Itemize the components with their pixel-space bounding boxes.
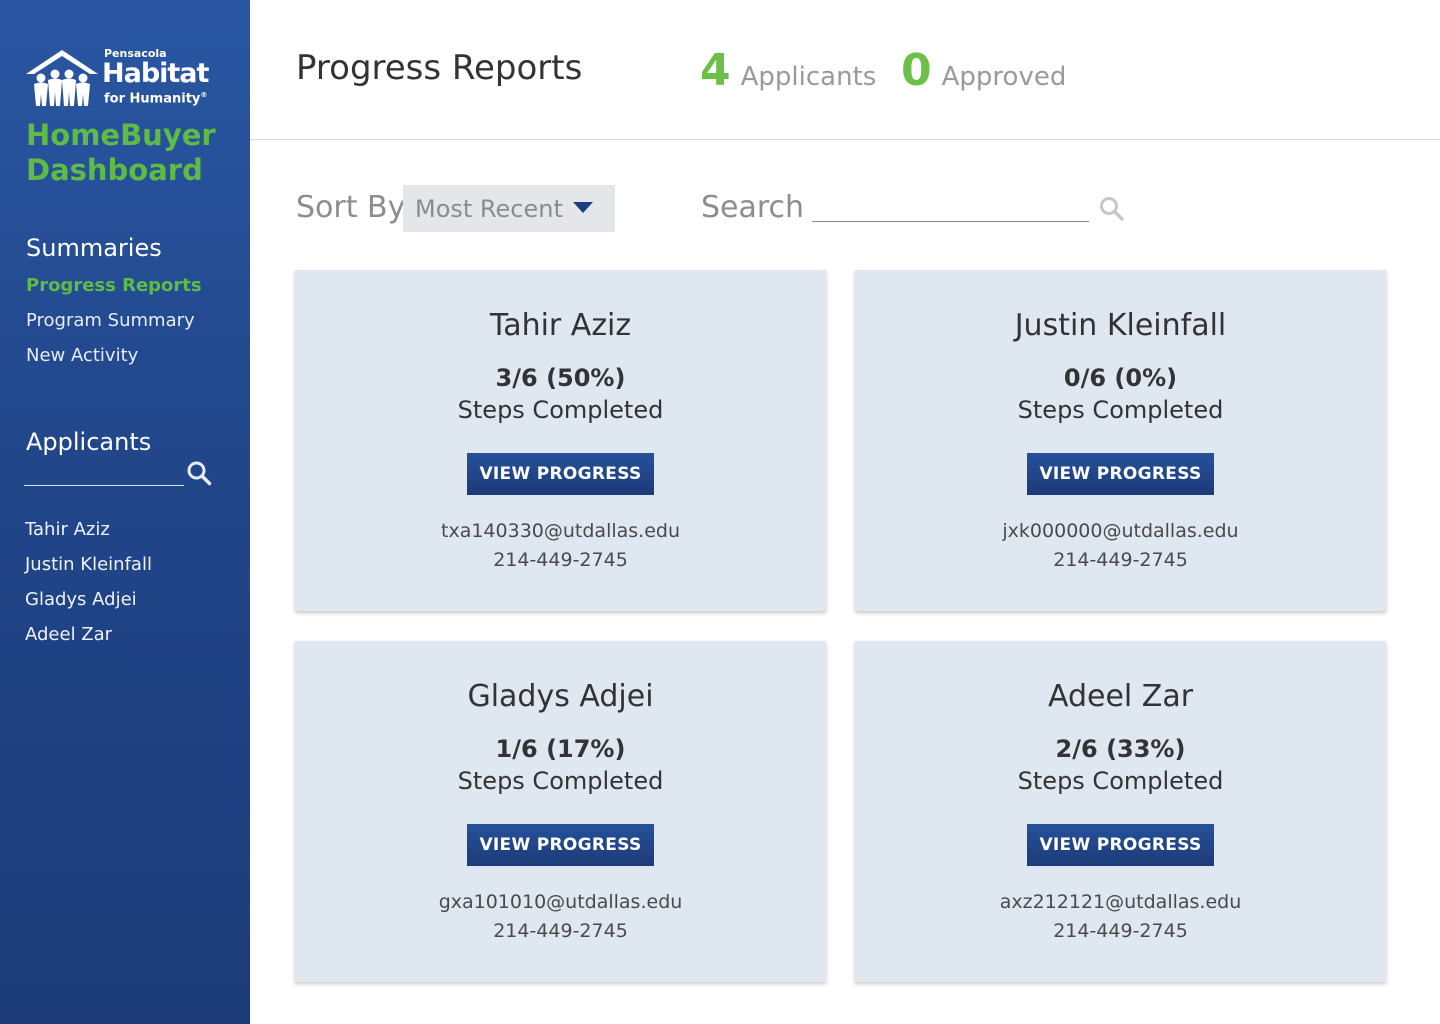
approved-stat-label: Approved [941, 62, 1067, 92]
card-applicant-name: Tahir Aziz [489, 308, 632, 343]
sort-label: Sort By [296, 190, 406, 225]
applicant-card: Gladys Adjei 1/6 (17%) Steps Completed V… [295, 641, 826, 982]
app-title-line2: Dashboard [26, 153, 203, 187]
card-steps-count: 1/6 (17%) [495, 735, 626, 763]
view-progress-button[interactable]: VIEW PROGRESS [1027, 824, 1214, 866]
habitat-logo[interactable]: Pensacola Habitat for Humanity® [24, 46, 214, 110]
applicants-stat-label: Applicants [740, 62, 877, 92]
card-email: axz212121@utdallas.edu [999, 891, 1242, 913]
applicant-item-justin-kleinfall[interactable]: Justin Kleinfall [25, 551, 152, 586]
applicant-item-tahir-aziz[interactable]: Tahir Aziz [25, 516, 152, 551]
page-title: Progress Reports [296, 48, 583, 88]
sort-value: Most Recent [415, 194, 563, 223]
search-input[interactable] [812, 188, 1089, 222]
search-label: Search [701, 190, 805, 225]
approved-count: 0 [901, 45, 932, 96]
nav-item-new-activity[interactable]: New Activity [26, 342, 202, 377]
nav-item-program-summary[interactable]: Program Summary [26, 307, 202, 342]
search-icon[interactable] [1098, 195, 1125, 222]
applicant-card: Tahir Aziz 3/6 (50%) Steps Completed VIE… [295, 270, 826, 611]
applicant-card: Justin Kleinfall 0/6 (0%) Steps Complete… [855, 270, 1386, 611]
card-phone: 214-449-2745 [493, 920, 628, 942]
card-steps-label: Steps Completed [1017, 396, 1224, 424]
view-progress-button[interactable]: VIEW PROGRESS [1027, 453, 1214, 495]
logo-for-humanity-text: for Humanity® [104, 91, 207, 106]
registered-mark: ® [200, 91, 208, 99]
card-steps-label: Steps Completed [457, 767, 664, 795]
app-title: HomeBuyer Dashboard [26, 118, 241, 188]
card-steps-count: 0/6 (0%) [1063, 364, 1178, 392]
card-phone: 214-449-2745 [1053, 920, 1188, 942]
card-applicant-name: Gladys Adjei [467, 679, 654, 714]
habitat-house-logo-icon [26, 50, 98, 106]
card-phone: 214-449-2745 [493, 549, 628, 571]
card-phone: 214-449-2745 [1053, 549, 1188, 571]
applicant-card: Adeel Zar 2/6 (33%) Steps Completed VIEW… [855, 641, 1386, 982]
applicants-stat: 4 Applicants [700, 46, 876, 96]
approved-stat: 0 Approved [901, 46, 1066, 96]
card-applicant-name: Adeel Zar [1047, 679, 1194, 714]
applicant-list: Tahir Aziz Justin Kleinfall Gladys Adjei… [25, 516, 152, 656]
summaries-nav: Progress Reports Program Summary New Act… [26, 272, 202, 377]
applicants-count: 4 [700, 45, 731, 96]
view-progress-button[interactable]: VIEW PROGRESS [467, 453, 654, 495]
card-email: gxa101010@utdallas.edu [438, 891, 683, 913]
sort-dropdown[interactable]: Most Recent [403, 185, 615, 232]
card-applicant-name: Justin Kleinfall [1014, 308, 1227, 343]
view-progress-button[interactable]: VIEW PROGRESS [467, 824, 654, 866]
card-email: jxk000000@utdallas.edu [1002, 520, 1239, 542]
card-steps-count: 2/6 (33%) [1055, 735, 1186, 763]
card-steps-count: 3/6 (50%) [495, 364, 626, 392]
applicants-heading: Applicants [26, 428, 152, 456]
summaries-heading: Summaries [26, 234, 162, 262]
card-steps-label: Steps Completed [457, 396, 664, 424]
logo-habitat-text: Habitat [102, 58, 209, 89]
applicant-item-gladys-adjei[interactable]: Gladys Adjei [25, 586, 152, 621]
search-icon[interactable] [186, 460, 212, 486]
sidebar: Pensacola Habitat for Humanity® HomeBuye… [0, 0, 250, 1024]
card-steps-label: Steps Completed [1017, 767, 1224, 795]
card-email: txa140330@utdallas.edu [441, 520, 680, 542]
app-title-line1: HomeBuyer [26, 118, 216, 152]
logo-for-humanity-label: for Humanity [104, 91, 201, 107]
caret-down-icon [573, 202, 593, 213]
page-header: Progress Reports 4 Applicants 0 Approved [250, 0, 1440, 140]
nav-item-progress-reports[interactable]: Progress Reports [26, 272, 202, 307]
applicant-item-adeel-zar[interactable]: Adeel Zar [25, 621, 152, 656]
applicant-search-input[interactable] [24, 485, 184, 486]
